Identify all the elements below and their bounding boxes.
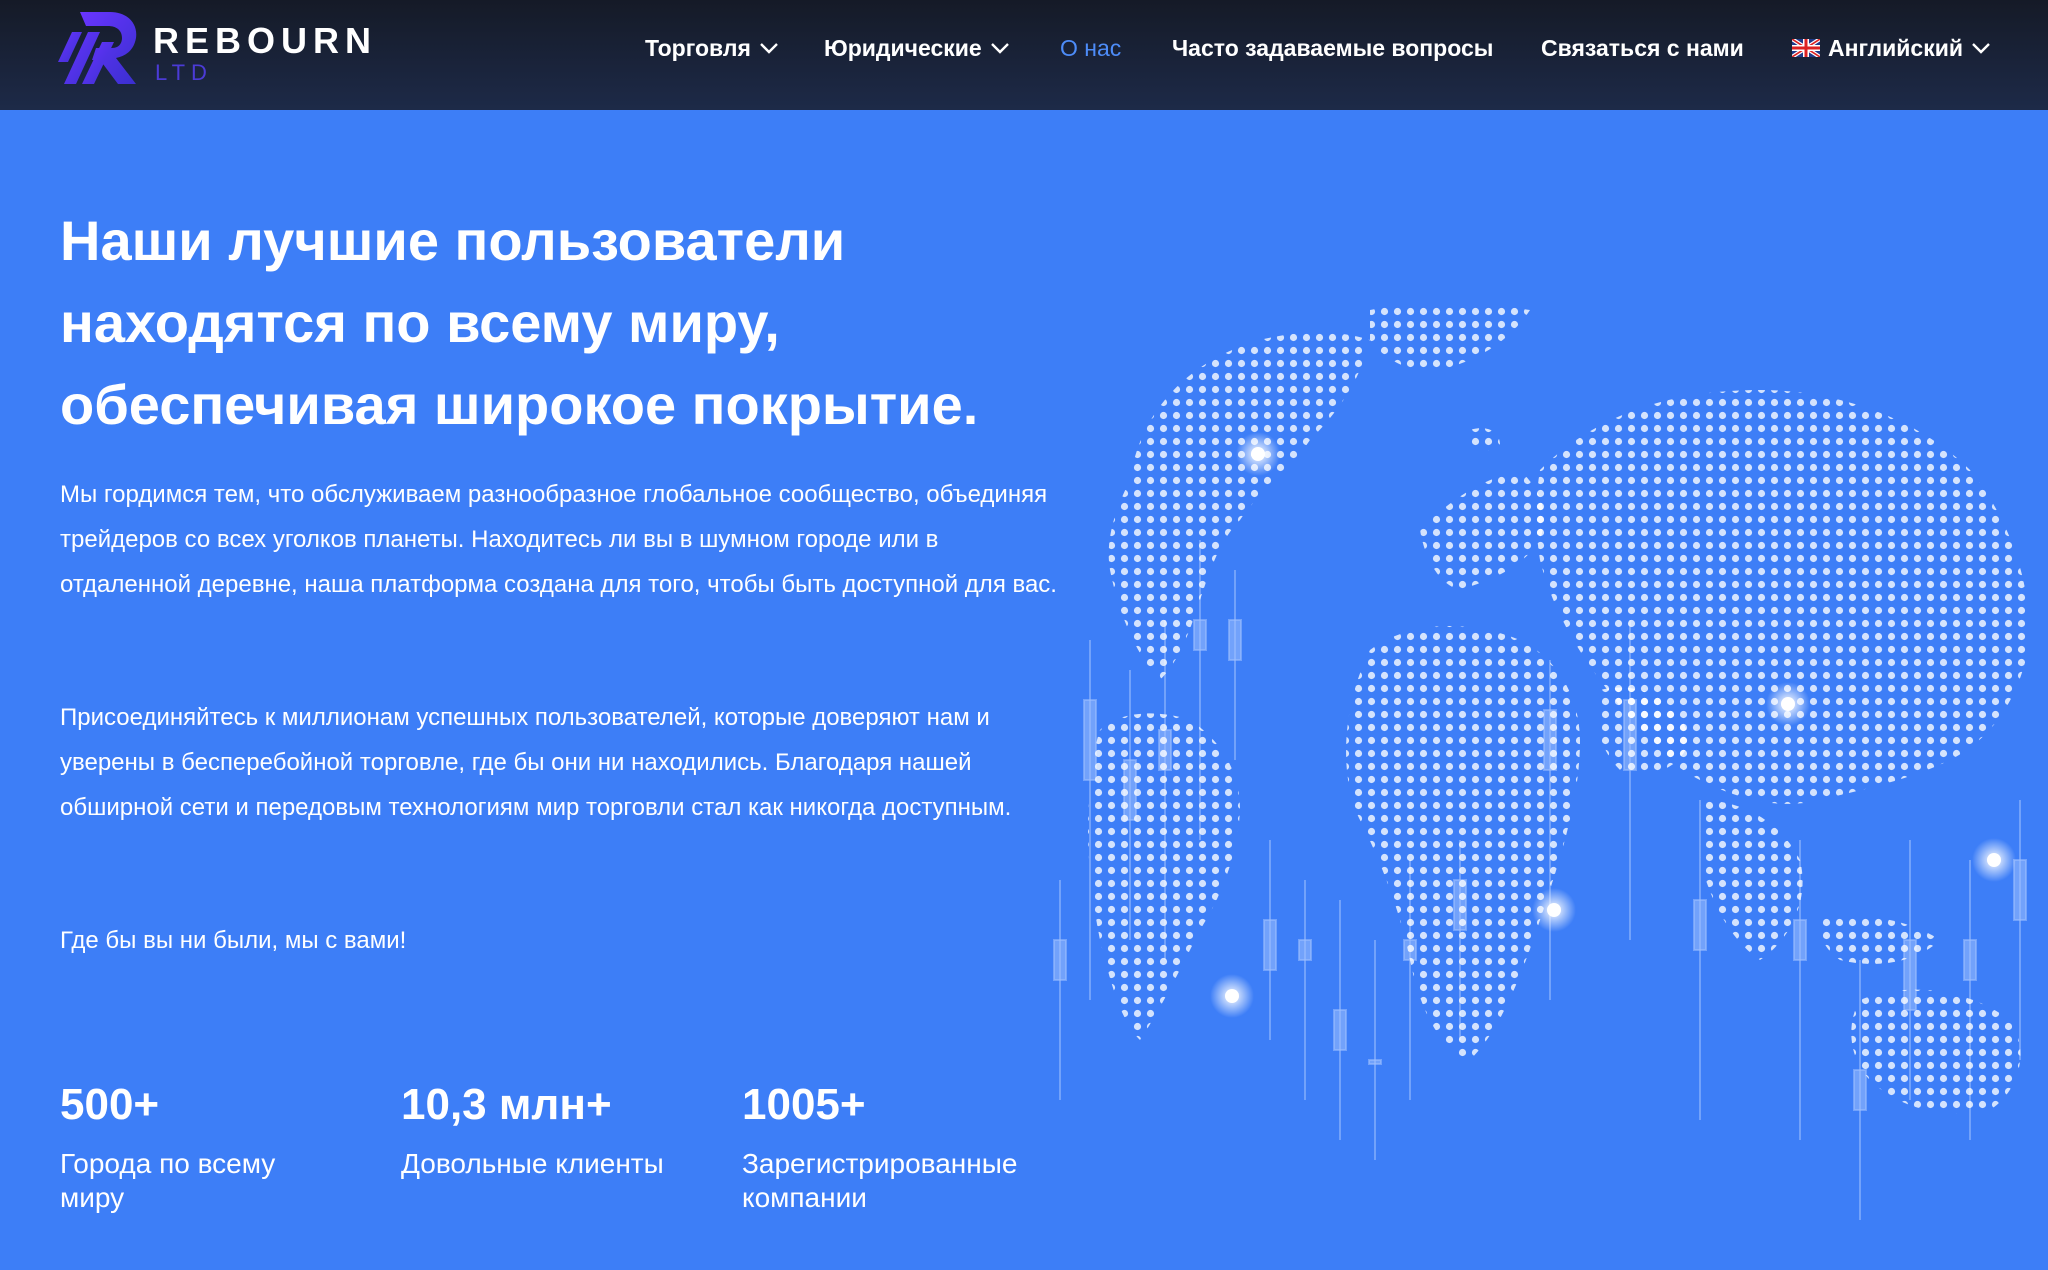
nav-item-faq[interactable]: Часто задаваемые вопросы bbox=[1172, 28, 1493, 68]
uk-flag-icon bbox=[1792, 38, 1820, 57]
stat-value: 500+ bbox=[60, 1080, 160, 1129]
stat-cities: 500+ Города по всему миру bbox=[60, 1075, 380, 1215]
nav-item-about[interactable]: О нас bbox=[1060, 28, 1121, 68]
chevron-down-icon bbox=[760, 43, 778, 54]
hero-title: Наши лучшие пользователи находятся по вс… bbox=[60, 209, 979, 436]
nav-item-legal[interactable]: Юридические bbox=[824, 28, 1010, 68]
hero-paragraph-3: Где бы вы ни были, мы с вами! bbox=[60, 927, 407, 954]
stat-clients: 10,3 млн+ Довольные клиенты bbox=[401, 1075, 721, 1181]
stat-value: 1005+ bbox=[742, 1080, 866, 1129]
nav-label: Юридические bbox=[824, 35, 982, 61]
stat-label: Города по всему миру bbox=[60, 1148, 276, 1213]
nav-item-trading[interactable]: Торговля bbox=[645, 28, 779, 68]
stat-label: Довольные клиенты bbox=[401, 1148, 664, 1179]
nav-label: Английский bbox=[1828, 35, 1963, 61]
nav-label: О нас bbox=[1060, 35, 1122, 61]
chevron-down-icon bbox=[1972, 43, 1990, 54]
stat-label: Зарегистрированные компании bbox=[742, 1148, 1018, 1213]
nav-label: Связаться с нами bbox=[1541, 35, 1744, 61]
hero-paragraph-2: Присоединяйтесь к миллионам успешных пол… bbox=[60, 704, 1012, 821]
stat-value: 10,3 млн+ bbox=[401, 1080, 612, 1129]
hero-paragraph-1: Мы гордимся тем, что обслуживаем разнооб… bbox=[60, 481, 1057, 598]
world-globe-illustration bbox=[1053, 303, 2030, 1220]
nav-label: Торговля bbox=[645, 35, 751, 61]
stat-companies: 1005+ Зарегистрированные компании bbox=[742, 1075, 1062, 1215]
nav-item-contact[interactable]: Связаться с нами bbox=[1541, 28, 1744, 68]
chevron-down-icon bbox=[990, 43, 1009, 54]
site-header: REBOURN LTD Торговля Юридические О нас Ч… bbox=[0, 0, 2048, 110]
nav-label: Часто задаваемые вопросы bbox=[1172, 35, 1494, 61]
main-nav: Торговля Юридические О нас Часто задавае… bbox=[0, 28, 2048, 68]
language-selector[interactable]: Английский bbox=[1792, 28, 1991, 68]
about-hero: Наши лучшие пользователи находятся по вс… bbox=[0, 110, 2048, 1270]
